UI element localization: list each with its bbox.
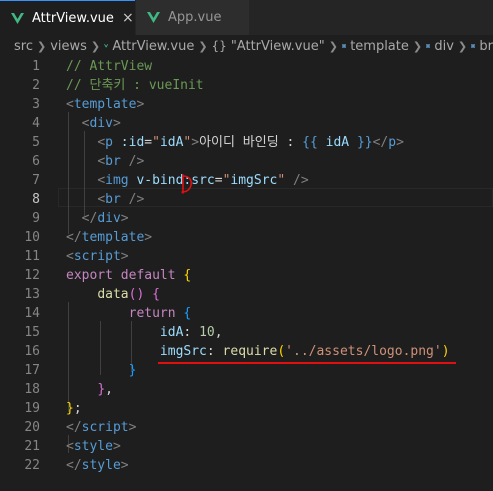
tab-attrview-vue[interactable]: AttrView.vue ×	[0, 0, 135, 35]
code-line-4: <div>	[81, 116, 121, 131]
handwritten-d-annotation	[181, 174, 193, 194]
code-line-21: <style>	[66, 439, 121, 454]
object-icon: {}	[211, 39, 227, 53]
code-line-15: idA: 10,	[159, 325, 223, 340]
vue-file-icon	[147, 12, 160, 23]
breadcrumb-item-object[interactable]: "AttrView.vue"	[231, 39, 325, 54]
breadcrumb-item-views[interactable]: views	[50, 39, 87, 54]
breadcrumb-item-src[interactable]: src	[14, 39, 33, 54]
code-line-22: </style>	[66, 458, 129, 473]
editor-tab-bar: AttrView.vue × App.vue	[0, 0, 493, 35]
code-line-19: };	[66, 401, 82, 416]
number-literal: 10	[199, 325, 215, 340]
chevron-right-icon: ❯	[328, 39, 338, 53]
close-icon[interactable]: ×	[122, 10, 134, 26]
code-line-3: <template>	[66, 97, 145, 112]
string-literal: '../assets/logo.png'	[285, 344, 442, 359]
code-line-10: </template>	[66, 230, 153, 245]
code-line-8: <br />	[97, 192, 145, 207]
code-line-2: // 단축키 : vueInit	[66, 78, 204, 93]
code-line-13: data() {	[97, 287, 160, 302]
breadcrumb-item-br[interactable]: br	[479, 39, 493, 54]
breadcrumb-item-template[interactable]: template	[350, 39, 409, 54]
breadcrumb: src ❯ views ❯ AttrView.vue ❯ {} "AttrVie…	[0, 35, 493, 57]
code-line-14: return {	[128, 306, 192, 321]
code-line-20: </script>	[66, 420, 137, 435]
code-line-9: </div>	[81, 211, 129, 226]
chevron-right-icon: ❯	[457, 39, 468, 53]
code-line-12: export default {	[66, 268, 192, 283]
tab-label: AttrView.vue	[32, 10, 114, 26]
chevron-right-icon: ❯	[90, 39, 101, 53]
code-line-6: <br />	[97, 154, 145, 169]
vue-file-icon	[104, 44, 109, 48]
element-icon	[342, 44, 347, 48]
chevron-right-icon: ❯	[36, 39, 47, 53]
element-icon	[471, 44, 476, 48]
code-line-11: <script>	[66, 249, 129, 264]
code-line-1: // AttrView	[66, 59, 153, 74]
chevron-right-icon: ❯	[198, 39, 208, 53]
breadcrumb-item-file[interactable]: AttrView.vue	[112, 39, 194, 54]
code-line-5: <p :id="idA">아이디 바인딩 : {{ idA }}</p>	[97, 135, 404, 150]
code-line-17: }	[128, 363, 137, 378]
code-line-16: imgSrc: require('../assets/logo.png')	[159, 344, 450, 359]
code-line-18: },	[97, 382, 113, 397]
tab-app-vue[interactable]: App.vue	[136, 0, 249, 35]
korean-text: 아이디 바인딩 :	[199, 135, 303, 150]
red-underline-annotation	[158, 362, 456, 364]
breadcrumb-item-div[interactable]: div	[434, 39, 454, 54]
element-icon	[426, 44, 431, 48]
code-editor[interactable]: 1 2 3 4 5 6 7 8 9 10 11 12 13 14 15 16 1…	[0, 57, 493, 491]
interpolation-var: idA	[325, 135, 350, 150]
vue-file-icon	[11, 12, 24, 24]
chevron-right-icon: ❯	[412, 39, 423, 53]
tab-label: App.vue	[168, 10, 222, 25]
